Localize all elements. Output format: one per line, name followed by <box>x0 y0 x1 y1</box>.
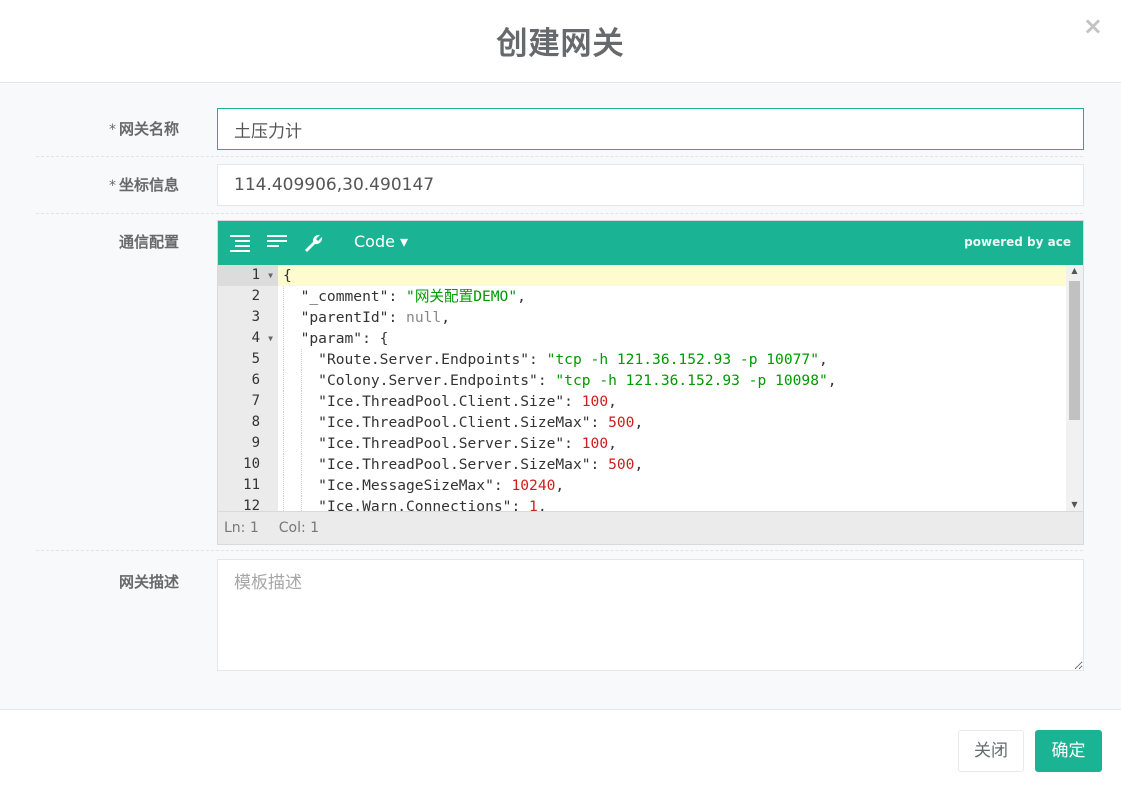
code-line[interactable]: "_comment": "网关配置DEMO", <box>278 286 1066 307</box>
form-row-gateway-name: * 网关名称 <box>36 84 1084 157</box>
line-number: 7 <box>251 393 260 409</box>
line-number: 6 <box>251 372 260 388</box>
required-mark: * <box>108 122 116 138</box>
compact-icon[interactable] <box>265 231 289 255</box>
scroll-thumb[interactable] <box>1069 281 1080 420</box>
line-number: 5 <box>251 351 260 367</box>
gateway-name-input[interactable] <box>217 108 1084 150</box>
code-line[interactable]: "Ice.Warn.Connections": 1, <box>278 496 1066 511</box>
code-line[interactable]: { <box>278 265 1066 286</box>
form-row-comm-config: 通信配置 Code ▾ powered by ace 1 ▼ 2 3 4 ▼ 5… <box>36 214 1084 551</box>
gateway-name-label-text: 网关名称 <box>118 120 179 138</box>
code-line[interactable]: "Colony.Server.Endpoints": "tcp -h 121.3… <box>278 370 1066 391</box>
line-number: 3 <box>251 309 260 325</box>
scroll-down-icon[interactable]: ▼ <box>1066 500 1083 509</box>
line-number: 2 <box>251 288 260 304</box>
comm-config-label: 通信配置 <box>118 233 179 251</box>
confirm-button[interactable]: 确定 <box>1035 730 1102 772</box>
line-number: 1 ▼ <box>218 265 278 286</box>
form-row-coordinates: * 坐标信息 <box>36 157 1084 214</box>
format-icon[interactable] <box>228 231 252 255</box>
status-column: Col: 1 <box>278 520 320 536</box>
code-line[interactable]: "Ice.ThreadPool.Server.Size": 100, <box>278 433 1066 454</box>
close-icon[interactable]: × <box>1083 12 1103 40</box>
code-line[interactable]: "param": { <box>278 328 1066 349</box>
line-number: 9 <box>251 435 260 451</box>
line-number: 8 <box>251 414 260 430</box>
required-mark: * <box>108 178 116 194</box>
editor-mode-dropdown[interactable]: Code ▾ <box>354 232 408 251</box>
gateway-name-label: * 网关名称 <box>109 118 179 139</box>
description-label: 网关描述 <box>118 573 179 591</box>
line-number: 4 ▼ <box>218 328 278 349</box>
editor-gutter: 1 ▼ 2 3 4 ▼ 5 6 7 8 9 10 11 12 <box>218 265 278 511</box>
json-editor: Code ▾ powered by ace 1 ▼ 2 3 4 ▼ 5 6 7 8 9 10 11 12 … <box>217 220 1084 545</box>
editor-lines[interactable]: { "_comment": "网关配置DEMO", "parentId": nu… <box>278 265 1066 511</box>
fold-toggle-icon[interactable]: ▼ <box>268 328 273 349</box>
editor-vertical-scrollbar[interactable]: ▲ ▼ <box>1066 265 1083 511</box>
code-line[interactable]: "Ice.ThreadPool.Client.SizeMax": 500, <box>278 412 1066 433</box>
dialog-header: 创建网关 × <box>0 0 1121 83</box>
form-row-description: 网关描述 <box>36 551 1084 681</box>
powered-by-ace: powered by ace <box>964 235 1071 249</box>
editor-status-bar: Ln: 1 Col: 1 <box>218 511 1083 544</box>
description-textarea[interactable] <box>217 559 1084 671</box>
line-number: 12 <box>243 498 260 511</box>
line-number: 10 <box>243 456 260 472</box>
coordinates-input[interactable] <box>217 164 1084 206</box>
close-button[interactable]: 关闭 <box>958 730 1024 772</box>
editor-toolbar: Code ▾ powered by ace <box>218 221 1083 265</box>
line-number: 11 <box>243 477 260 493</box>
scroll-up-icon[interactable]: ▲ <box>1066 266 1083 275</box>
repair-icon[interactable] <box>302 231 326 255</box>
code-area[interactable]: 1 ▼ 2 3 4 ▼ 5 6 7 8 9 10 11 12 { "_comment": "网关配置DEM… <box>218 265 1083 511</box>
coordinates-label-text: 坐标信息 <box>118 176 179 194</box>
code-line[interactable]: "Ice.MessageSizeMax": 10240, <box>278 475 1066 496</box>
dialog-title: 创建网关 <box>496 26 625 62</box>
coordinates-label: * 坐标信息 <box>109 174 179 195</box>
code-line[interactable]: "Ice.ThreadPool.Server.SizeMax": 500, <box>278 454 1066 475</box>
dialog-body: *网关名称 *坐标信息 通信配置 <box>0 84 1121 709</box>
code-line[interactable]: "parentId": null, <box>278 307 1066 328</box>
status-line: Ln: 1 <box>224 520 259 536</box>
fold-toggle-icon[interactable]: ▼ <box>268 265 273 286</box>
code-line[interactable]: "Route.Server.Endpoints": "tcp -h 121.36… <box>278 349 1066 370</box>
code-line[interactable]: "Ice.ThreadPool.Client.Size": 100, <box>278 391 1066 412</box>
dialog-footer: 关闭 确定 <box>0 709 1121 788</box>
create-gateway-dialog: 创建网关 × *网关名称 *坐标信息 通信配置 <box>0 0 1121 788</box>
